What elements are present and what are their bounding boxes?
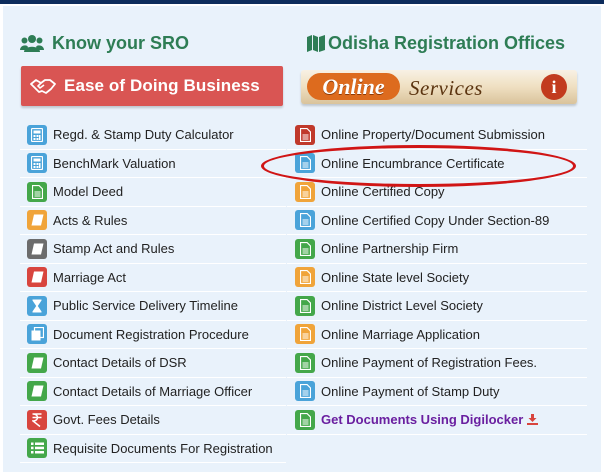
document-icon — [295, 324, 315, 345]
service-link-stamp-act-and-rules[interactable]: Stamp Act and Rules — [20, 235, 286, 264]
service-link-online-payment-of-registration-fees[interactable]: Online Payment of Registration Fees. — [287, 349, 587, 378]
rupee-icon — [27, 409, 47, 430]
calculator-icon — [27, 153, 47, 174]
service-link-online-district-level-society[interactable]: Online District Level Society — [287, 292, 587, 321]
service-link-label: Get Documents Using Digilocker — [321, 412, 524, 428]
service-link-label: Contact Details of Marriage Officer — [53, 383, 253, 399]
document-icon — [295, 352, 315, 373]
document-icon — [27, 181, 47, 202]
service-link-label: Online Payment of Registration Fees. — [321, 355, 538, 371]
users-icon — [20, 34, 44, 52]
service-link-online-certified-copy-under-section-89[interactable]: Online Certified Copy Under Section-89 — [287, 207, 587, 235]
service-link-online-partnership-firm[interactable]: Online Partnership Firm — [287, 235, 587, 264]
service-link-online-certified-copy[interactable]: Online Certified Copy — [287, 178, 587, 207]
map-icon — [307, 34, 325, 52]
service-link-label: Public Service Delivery Timeline — [53, 298, 238, 314]
online-logo: Online — [307, 73, 400, 100]
service-link-online-encumbrance-certificate[interactable]: Online Encumbrance Certificate — [287, 150, 587, 178]
document-icon — [295, 238, 315, 259]
service-link-acts-rules[interactable]: Acts & Rules — [20, 207, 286, 235]
hourglass-icon — [27, 295, 47, 316]
document-icon — [295, 181, 315, 202]
book-icon — [27, 267, 47, 288]
service-link-label: Online Certified Copy Under Section-89 — [321, 212, 550, 228]
calculator-icon — [27, 124, 47, 145]
know-your-sro-heading: Know your SRO — [20, 30, 189, 56]
service-link-label: Online Certified Copy — [321, 184, 445, 200]
service-link-contact-details-of-marriage-officer[interactable]: Contact Details of Marriage Officer — [20, 378, 286, 406]
document-icon — [295, 381, 315, 402]
document-icon — [295, 267, 315, 288]
download-icon — [527, 414, 539, 426]
service-link-label: Contact Details of DSR — [53, 355, 187, 371]
book-icon — [27, 352, 47, 373]
odisha-registration-heading: Odisha Registration Offices — [307, 30, 565, 56]
service-link-document-registration-procedure[interactable]: Document Registration Procedure — [20, 321, 286, 349]
service-link-online-state-level-society[interactable]: Online State level Society — [287, 264, 587, 292]
copy-icon — [27, 324, 47, 345]
service-link-label: Govt. Fees Details — [53, 412, 160, 428]
know-your-sro-list: Regd. & Stamp Duty Calculator BenchMark V… — [20, 121, 286, 463]
service-link-benchmark-valuation[interactable]: BenchMark Valuation — [20, 150, 286, 178]
service-link-model-deed[interactable]: Model Deed — [20, 178, 286, 207]
handshake-icon — [30, 77, 56, 95]
online-services-banner[interactable]: Online Services i — [301, 70, 577, 104]
online-services-list: Online Property/Document Submission Onlin… — [287, 121, 587, 435]
odisha-registration-title: Odisha Registration Offices — [328, 32, 566, 53]
service-link-label: Online Encumbrance Certificate — [321, 155, 505, 171]
service-link-label: Requisite Documents For Registration — [53, 440, 273, 456]
document-icon — [295, 153, 315, 174]
service-link-label: Online State level Society — [321, 269, 470, 285]
book-icon — [27, 381, 47, 402]
service-link-online-property-document-submission[interactable]: Online Property/Document Submission — [287, 121, 587, 150]
book-icon — [27, 238, 47, 259]
document-icon — [295, 295, 315, 316]
list-icon — [27, 438, 47, 459]
service-link-label: Online Marriage Application — [321, 326, 480, 342]
service-link-label: Online Payment of Stamp Duty — [321, 383, 500, 399]
service-link-label: Document Registration Procedure — [53, 326, 249, 342]
info-icon[interactable]: i — [541, 74, 567, 100]
service-link-label: Marriage Act — [53, 269, 126, 285]
service-link-label: Acts & Rules — [53, 212, 128, 228]
service-link-online-payment-of-stamp-duty[interactable]: Online Payment of Stamp Duty — [287, 378, 587, 406]
service-link-label: Online District Level Society — [321, 298, 483, 314]
service-link-get-documents-using-digilocker[interactable]: Get Documents Using Digilocker — [287, 406, 587, 435]
service-link-online-marriage-application[interactable]: Online Marriage Application — [287, 321, 587, 349]
service-link-label: Online Property/Document Submission — [321, 127, 545, 143]
know-your-sro-title: Know your SRO — [52, 32, 190, 53]
services-text: Services — [409, 76, 483, 100]
top-header-strip — [0, 0, 604, 4]
service-link-label: BenchMark Valuation — [53, 155, 176, 171]
services-panel: Know your SRO Ease of Doing Business Reg… — [3, 6, 601, 472]
service-link-regd-stamp-duty-calculator[interactable]: Regd. & Stamp Duty Calculator — [20, 121, 286, 150]
document-icon — [295, 124, 315, 145]
service-link-public-service-delivery-timeline[interactable]: Public Service Delivery Timeline — [20, 292, 286, 321]
service-link-contact-details-of-dsr[interactable]: Contact Details of DSR — [20, 349, 286, 378]
service-link-marriage-act[interactable]: Marriage Act — [20, 264, 286, 292]
service-link-govt-fees-details[interactable]: Govt. Fees Details — [20, 406, 286, 435]
document-icon — [295, 409, 315, 430]
document-icon — [295, 210, 315, 231]
ease-of-doing-business-banner[interactable]: Ease of Doing Business — [21, 66, 283, 106]
ease-of-doing-business-label: Ease of Doing Business — [64, 76, 260, 95]
service-link-label: Stamp Act and Rules — [53, 241, 175, 257]
book-icon — [27, 210, 47, 231]
service-link-label: Model Deed — [53, 184, 124, 200]
service-link-label: Online Partnership Firm — [321, 241, 459, 257]
service-link-requisite-documents-for-registration[interactable]: Requisite Documents For Registration — [20, 435, 286, 463]
service-link-label: Regd. & Stamp Duty Calculator — [53, 127, 234, 143]
